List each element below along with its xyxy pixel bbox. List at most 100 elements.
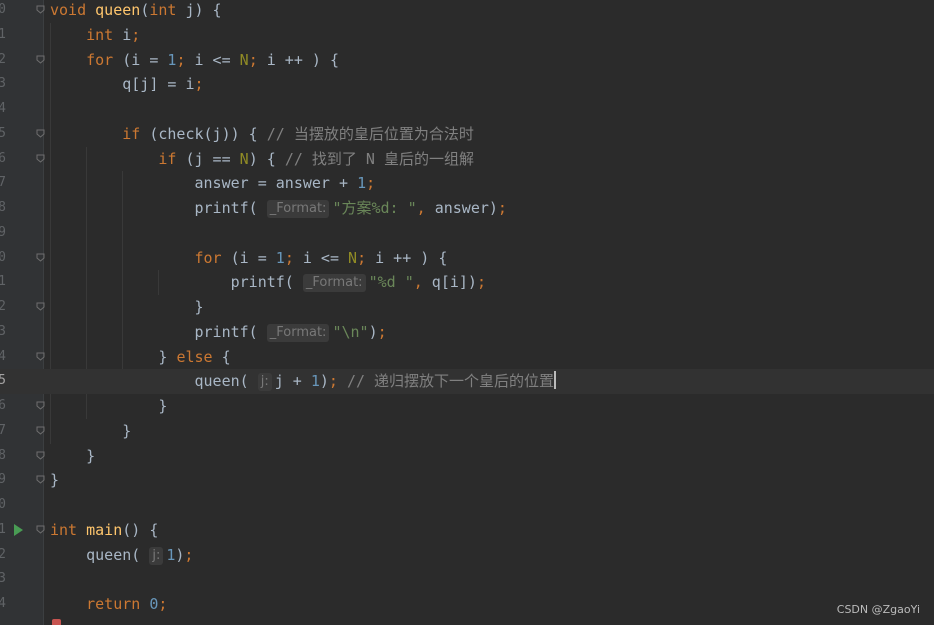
code-line[interactable]: 4 return 0;: [0, 592, 934, 617]
fold-marker-icon[interactable]: [36, 352, 45, 361]
code-token: ): [368, 322, 378, 341]
code-line[interactable]: 4 } else {: [0, 345, 934, 370]
code-line[interactable]: 8 printf( _Format: "方案%d: ", answer);: [0, 196, 934, 221]
code-token: "\n": [332, 322, 369, 341]
code-text[interactable]: answer = answer + 1;: [50, 171, 376, 196]
line-number[interactable]: 4: [0, 345, 6, 370]
code-line[interactable]: 0 for (i = 1; i <= N; i ++ ) {: [0, 246, 934, 271]
code-line[interactable]: 3 q[j] = i;: [0, 72, 934, 97]
code-token: }: [50, 471, 60, 490]
code-token: if: [122, 124, 150, 143]
fold-marker-icon[interactable]: [36, 253, 45, 262]
line-number[interactable]: 6: [0, 147, 6, 172]
line-number[interactable]: 5: [0, 122, 6, 147]
code-line[interactable]: 4: [0, 97, 934, 122]
fold-marker-icon[interactable]: [36, 302, 45, 311]
code-line[interactable]: 2 }: [0, 295, 934, 320]
code-token: i <=: [194, 50, 240, 69]
code-text[interactable]: printf( _Format: "\n");: [50, 320, 387, 345]
code-text[interactable]: }: [50, 419, 131, 444]
code-line[interactable]: 6 }: [0, 394, 934, 419]
code-token: () {: [122, 520, 159, 539]
line-number[interactable]: 8: [0, 444, 6, 469]
code-text[interactable]: }: [50, 444, 95, 469]
code-token: ) {: [248, 149, 285, 168]
code-line[interactable]: 1 int main() {: [0, 518, 934, 543]
line-number[interactable]: 5: [0, 369, 6, 394]
code-text[interactable]: }: [50, 295, 204, 320]
code-line[interactable]: 1 printf( _Format: "%d ", q[i]);: [0, 270, 934, 295]
code-token: ;: [131, 25, 141, 44]
line-number[interactable]: 0: [0, 493, 6, 518]
code-line[interactable]: 5 if (check(j)) { // 当摆放的皇后位置为合法时: [0, 122, 934, 147]
code-text[interactable]: if (check(j)) { // 当摆放的皇后位置为合法时: [50, 122, 474, 147]
code-line[interactable]: 8 }: [0, 444, 934, 469]
line-number[interactable]: 2: [0, 48, 6, 73]
fold-marker-icon[interactable]: [36, 451, 45, 460]
code-line[interactable]: 3 printf( _Format: "\n");: [0, 320, 934, 345]
code-line[interactable]: 2 queen( j: 1);: [0, 543, 934, 568]
code-text[interactable]: int main() {: [50, 518, 158, 543]
line-number[interactable]: 3: [0, 320, 6, 345]
fold-marker-icon[interactable]: [36, 525, 45, 534]
code-text[interactable]: int i;: [50, 23, 140, 48]
code-text[interactable]: } else {: [50, 345, 230, 370]
code-line[interactable]: 1 int i;: [0, 23, 934, 48]
code-text[interactable]: for (i = 1; i <= N; i ++ ) {: [50, 246, 448, 271]
line-number[interactable]: 4: [0, 592, 6, 617]
code-text[interactable]: printf( _Format: "%d ", q[i]);: [50, 270, 486, 295]
line-number[interactable]: 4: [0, 97, 6, 122]
code-token: queen(: [194, 372, 258, 391]
fold-marker-icon[interactable]: [36, 426, 45, 435]
code-token: printf(: [194, 322, 267, 341]
line-number[interactable]: 1: [0, 23, 6, 48]
fold-marker-icon[interactable]: [36, 55, 45, 64]
code-text[interactable]: q[j] = i;: [50, 72, 203, 97]
code-text[interactable]: }: [50, 394, 167, 419]
code-text[interactable]: if (j == N) { // 找到了 N 皇后的一组解: [50, 147, 474, 172]
fold-marker-icon[interactable]: [36, 475, 45, 484]
code-line[interactable]: 7 answer = answer + 1;: [0, 171, 934, 196]
line-number[interactable]: 6: [0, 394, 6, 419]
fold-marker-icon[interactable]: [36, 129, 45, 138]
line-number[interactable]: 1: [0, 518, 6, 543]
code-text[interactable]: printf( _Format: "方案%d: ", answer);: [50, 196, 507, 221]
line-number[interactable]: 3: [0, 567, 6, 592]
line-number[interactable]: 0: [0, 0, 6, 23]
code-line[interactable]: 7 }: [0, 419, 934, 444]
code-line[interactable]: 6 if (j == N) { // 找到了 N 皇后的一组解: [0, 147, 934, 172]
breakpoint-marker[interactable]: [52, 619, 61, 625]
code-line[interactable]: 0 void queen(int j) {: [0, 0, 934, 23]
parameter-hint: j:: [149, 546, 164, 565]
run-icon[interactable]: [14, 523, 23, 536]
line-number[interactable]: 7: [0, 171, 6, 196]
code-text[interactable]: }: [50, 468, 59, 493]
line-number[interactable]: 3: [0, 72, 6, 97]
code-text[interactable]: return 0;: [50, 592, 167, 617]
code-text[interactable]: queen( j: 1);: [50, 543, 193, 568]
line-number[interactable]: 9: [0, 221, 6, 246]
text-caret: [554, 371, 557, 390]
code-line[interactable]: 9}: [0, 468, 934, 493]
line-number[interactable]: 7: [0, 419, 6, 444]
code-text[interactable]: queen( j: j + 1); // 递归摆放下一个皇后的位置: [50, 369, 557, 394]
fold-marker-icon[interactable]: [36, 154, 45, 163]
code-text[interactable]: for (i = 1; i <= N; i ++ ) {: [50, 48, 339, 73]
code-line[interactable]: 9: [0, 221, 934, 246]
fold-marker-icon[interactable]: [36, 401, 45, 410]
line-number[interactable]: 0: [0, 246, 6, 271]
line-number[interactable]: 8: [0, 196, 6, 221]
fold-marker-icon[interactable]: [36, 5, 45, 14]
code-line[interactable]: 3: [0, 567, 934, 592]
code-line[interactable]: 2 for (i = 1; i <= N; i ++ ) {: [0, 48, 934, 73]
line-number[interactable]: 2: [0, 543, 6, 568]
line-number[interactable]: 1: [0, 270, 6, 295]
line-number[interactable]: 2: [0, 295, 6, 320]
code-editor[interactable]: 0 void queen(int j) {1 int i; 2 for (i = 1…: [0, 0, 934, 625]
code-line[interactable]: 0: [0, 493, 934, 518]
line-number[interactable]: 9: [0, 468, 6, 493]
code-text[interactable]: void queen(int j) {: [50, 0, 222, 23]
code-line[interactable]: 5 queen( j: j + 1); // 递归摆放下一个皇后的位置: [0, 369, 934, 394]
